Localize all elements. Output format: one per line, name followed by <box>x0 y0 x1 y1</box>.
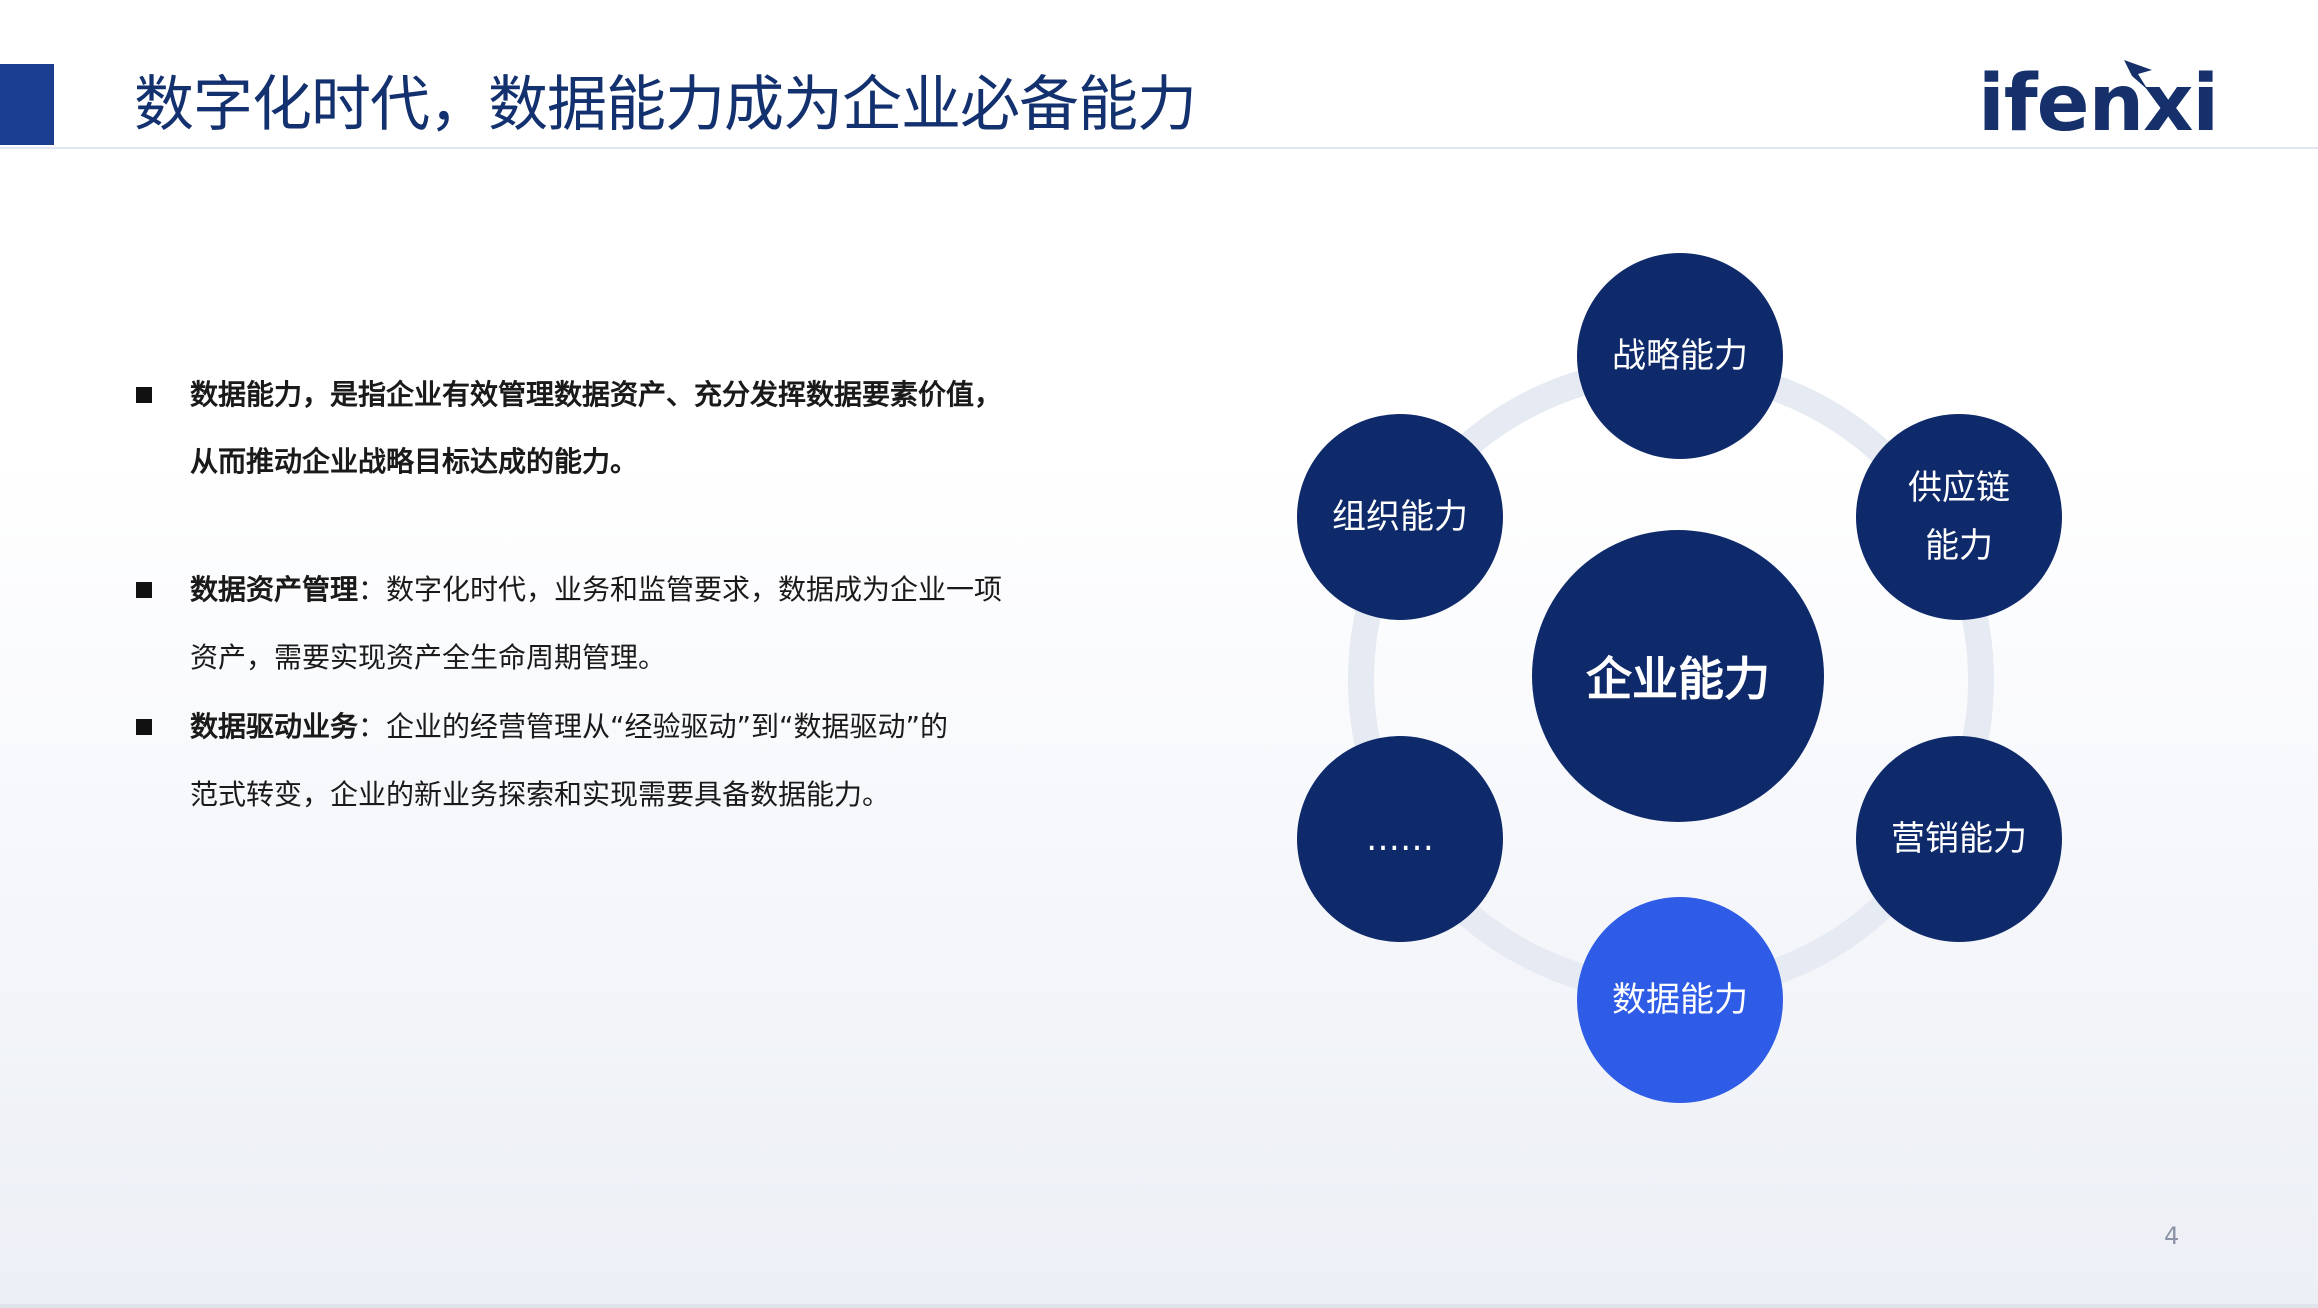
footer-divider <box>0 1304 2318 1308</box>
page-number: 4 <box>2164 1222 2180 1250</box>
ifenxi-logo: ifenxi <box>1978 56 2219 146</box>
bullet-term: 数据驱动业务 <box>190 710 359 743</box>
page-title: 数字化时代，数据能力成为企业必备能力 <box>134 70 1197 140</box>
node-label: 组织能力 <box>1332 497 1468 537</box>
node-label-line1: 供应链 <box>1908 468 2010 508</box>
bullet-square-icon <box>136 719 152 735</box>
bullet-text: ：数字化时代，业务和监管要求，数据成为企业一项 <box>358 573 1003 606</box>
node-supply-chain: 供应链 能力 <box>1856 414 2062 620</box>
bullet-asset-line1: 数据资产管理：数字化时代，业务和监管要求，数据成为企业一项 <box>190 570 1002 610</box>
header-accent-bar <box>0 64 54 145</box>
node-label: 数据能力 <box>1612 980 1748 1020</box>
node-strategy: 战略能力 <box>1577 253 1783 459</box>
bullet-text: ：企业的经营管理从“经验驱动”到“数据驱动”的 <box>358 710 949 743</box>
header-divider <box>0 147 2318 149</box>
bullet-definition-line2: 从而推动企业战略目标达成的能力。 <box>190 445 639 478</box>
logo-text: ifenxi <box>1978 59 2219 149</box>
node-label: 企业能力 <box>1586 652 1770 706</box>
node-label-line2: 能力 <box>1925 526 1993 566</box>
bullet-square-icon <box>136 582 152 598</box>
node-ellipsis: …… <box>1297 736 1503 942</box>
capability-diagram: 企业能力 战略能力 供应链 能力 营销能力 数据能力 …… 组织能力 <box>1280 245 2100 1105</box>
node-label: 营销能力 <box>1891 819 2027 859</box>
bullet-term: 数据资产管理 <box>190 573 359 606</box>
bullet-driven-line2: 范式转变，企业的新业务探索和实现需要具备数据能力。 <box>190 778 891 811</box>
bullet-asset-line2: 资产，需要实现资产全生命周期管理。 <box>190 641 667 674</box>
node-data-capability: 数据能力 <box>1577 897 1783 1103</box>
bullet-square-icon <box>136 387 152 403</box>
node-organization: 组织能力 <box>1297 414 1503 620</box>
logo-arrow-icon <box>2124 60 2152 90</box>
bullet-driven-line1: 数据驱动业务：企业的经营管理从“经验驱动”到“数据驱动”的 <box>190 707 948 747</box>
node-enterprise-capability: 企业能力 <box>1532 530 1824 822</box>
bullet-definition-line1: 数据能力，是指企业有效管理数据资产、充分发挥数据要素价值， <box>190 378 1003 411</box>
node-label: …… <box>1366 819 1434 859</box>
node-label: 供应链 能力 <box>1908 459 2010 575</box>
node-label: 战略能力 <box>1612 336 1748 376</box>
node-marketing: 营销能力 <box>1856 736 2062 942</box>
